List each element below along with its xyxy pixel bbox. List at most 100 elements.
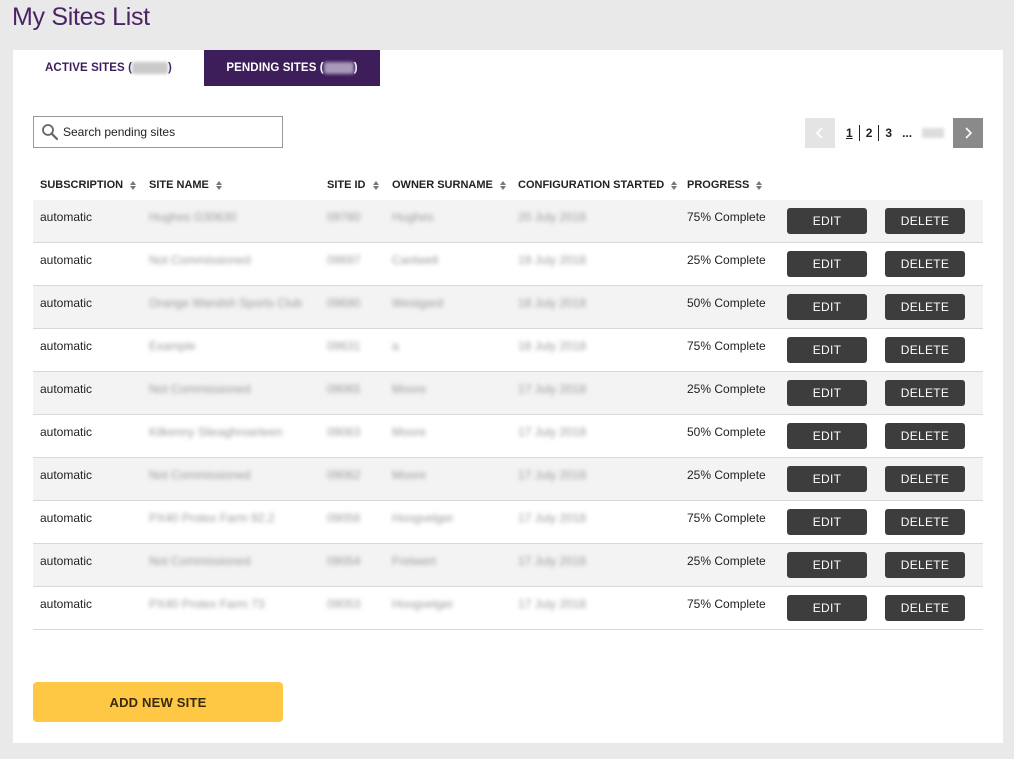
table-row: automatic Not Commissioned 09065 Moore 17 Ju… — [33, 372, 983, 415]
edit-button[interactable]: EDIT — [787, 595, 867, 621]
column-configuration-started[interactable]: CONFIGURATION STARTED — [518, 179, 678, 191]
pagination-ellipsis: ... — [902, 126, 913, 140]
cell-progress: 25% Complete — [687, 253, 766, 267]
column-owner-surname[interactable]: OWNER SURNAME — [392, 179, 506, 191]
cell-site-name: Not Commissioned — [149, 382, 251, 396]
cell-configuration-started: 18 July 2018 — [518, 339, 587, 353]
column-subscription[interactable]: SUBSCRIPTION — [40, 179, 137, 191]
cell-configuration-started: 17 July 2018 — [518, 382, 587, 396]
cell-configuration-started: 17 July 2018 — [518, 511, 587, 525]
cell-subscription: automatic — [40, 382, 93, 396]
table-row: automatic Not Commissioned 09697 Cantwell 19… — [33, 243, 983, 286]
table-row: automatic Hughes G30630 09780 Hughes 20 July… — [33, 200, 983, 243]
column-label: SUBSCRIPTION — [40, 179, 124, 191]
delete-button[interactable]: DELETE — [885, 251, 965, 277]
tab-pending-sites-suffix: ) — [353, 62, 358, 74]
sort-icon — [130, 180, 137, 190]
search-box[interactable] — [33, 116, 283, 148]
cell-site-id: 09697 — [327, 253, 361, 267]
edit-button[interactable]: EDIT — [787, 294, 867, 320]
tab-active-sites[interactable]: ACTIVE SITES ( ) — [13, 50, 204, 86]
table-row: automatic Not Commissioned 09062 Moore 17 Ju… — [33, 458, 983, 501]
edit-button[interactable]: EDIT — [787, 552, 867, 578]
cell-progress: 75% Complete — [687, 210, 766, 224]
delete-button[interactable]: DELETE — [885, 595, 965, 621]
column-progress[interactable]: PROGRESS — [687, 179, 763, 191]
cell-owner-surname: Hoogvelger — [392, 597, 454, 611]
cell-subscription: automatic — [40, 253, 93, 267]
column-label: SITE NAME — [149, 179, 209, 191]
table-row: automatic Orange Wandsh Sports Club 09690 W… — [33, 286, 983, 329]
pending-sites-table: SUBSCRIPTION SITE NAME SITE ID OWNER SUR… — [33, 172, 983, 630]
pagination-next-button[interactable] — [953, 118, 983, 148]
cell-site-id: 09780 — [327, 210, 361, 224]
column-site-name[interactable]: SITE NAME — [149, 179, 222, 191]
cell-site-name: PX40 Protex Farm 73 — [149, 597, 265, 611]
cell-site-name: Not Commissioned — [149, 554, 251, 568]
table-row: automatic Kilkenny Slieaghroarteen 09063 Mo… — [33, 415, 983, 458]
edit-button[interactable]: EDIT — [787, 466, 867, 492]
pagination-last-page[interactable] — [922, 128, 945, 138]
pagination-page-3[interactable]: 3 — [879, 125, 898, 141]
cell-owner-surname: Hoogvelger — [392, 511, 454, 525]
table-row: automatic PX40 Protex Farm 73 09053 Hoogvel… — [33, 587, 983, 630]
table-body: automatic Hughes G30630 09780 Hughes 20 July… — [33, 200, 983, 630]
column-label: CONFIGURATION STARTED — [518, 179, 665, 191]
column-site-id[interactable]: SITE ID — [327, 179, 379, 191]
cell-subscription: automatic — [40, 468, 93, 482]
tab-pending-sites[interactable]: PENDING SITES ( ) — [204, 50, 380, 86]
cell-site-name: Not Commissioned — [149, 468, 251, 482]
edit-button[interactable]: EDIT — [787, 509, 867, 535]
cell-owner-surname: a — [392, 339, 399, 353]
edit-button[interactable]: EDIT — [787, 337, 867, 363]
cell-site-id: 09054 — [327, 554, 361, 568]
delete-button[interactable]: DELETE — [885, 466, 965, 492]
chevron-right-icon — [965, 127, 973, 139]
table-row: automatic PX40 Protex Farm 92.2 09056 Hoogv… — [33, 501, 983, 544]
tab-active-sites-count — [132, 62, 169, 74]
delete-button[interactable]: DELETE — [885, 208, 965, 234]
delete-button[interactable]: DELETE — [885, 509, 965, 535]
search-input[interactable] — [63, 125, 263, 139]
sort-icon — [756, 180, 763, 190]
cell-subscription: automatic — [40, 210, 93, 224]
edit-button[interactable]: EDIT — [787, 380, 867, 406]
cell-subscription: automatic — [40, 296, 93, 310]
edit-button[interactable]: EDIT — [787, 208, 867, 234]
table-row: automatic Not Commissioned 09054 Fretwert 17… — [33, 544, 983, 587]
cell-subscription: automatic — [40, 554, 93, 568]
cell-site-name: PX40 Protex Farm 92.2 — [149, 511, 275, 525]
sort-icon — [499, 180, 506, 190]
delete-button[interactable]: DELETE — [885, 552, 965, 578]
cell-progress: 75% Complete — [687, 511, 766, 525]
column-label: PROGRESS — [687, 179, 750, 191]
pagination-prev-button[interactable] — [805, 118, 835, 148]
edit-button[interactable]: EDIT — [787, 423, 867, 449]
cell-subscription: automatic — [40, 597, 93, 611]
cell-progress: 50% Complete — [687, 425, 766, 439]
cell-progress: 25% Complete — [687, 468, 766, 482]
cell-subscription: automatic — [40, 339, 93, 353]
pagination-page-2[interactable]: 2 — [860, 125, 879, 141]
column-label: SITE ID — [327, 179, 366, 191]
delete-button[interactable]: DELETE — [885, 380, 965, 406]
pagination-page-1[interactable]: 1 — [840, 125, 859, 141]
delete-button[interactable]: DELETE — [885, 337, 965, 363]
cell-progress: 25% Complete — [687, 554, 766, 568]
sort-icon — [671, 180, 678, 190]
delete-button[interactable]: DELETE — [885, 294, 965, 320]
cell-progress: 50% Complete — [687, 296, 766, 310]
table-row: automatic Example 09631 a 18 July 2018 75% Co… — [33, 329, 983, 372]
edit-button[interactable]: EDIT — [787, 251, 867, 277]
cell-site-id: 09690 — [327, 296, 361, 310]
cell-site-name: Kilkenny Slieaghroarteen — [149, 425, 283, 439]
cell-site-name: Example — [149, 339, 196, 353]
cell-configuration-started: 17 July 2018 — [518, 468, 587, 482]
cell-owner-surname: Moore — [392, 382, 427, 396]
cell-subscription: automatic — [40, 511, 93, 525]
add-new-site-button[interactable]: ADD NEW SITE — [33, 682, 283, 722]
cell-subscription: automatic — [40, 425, 93, 439]
cell-configuration-started: 17 July 2018 — [518, 554, 587, 568]
cell-site-name: Hughes G30630 — [149, 210, 237, 224]
delete-button[interactable]: DELETE — [885, 423, 965, 449]
